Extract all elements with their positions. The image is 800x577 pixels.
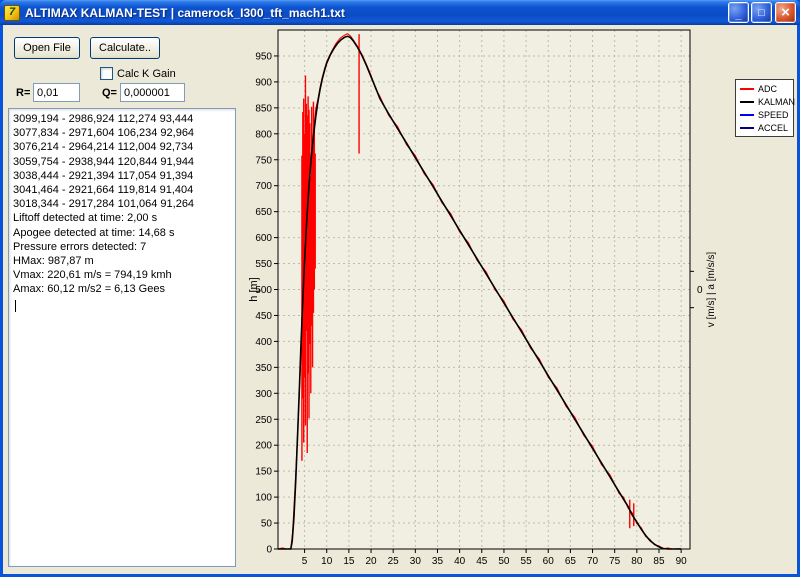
close-button[interactable]: × bbox=[775, 2, 796, 23]
svg-text:30: 30 bbox=[410, 556, 422, 567]
svg-text:10: 10 bbox=[321, 556, 333, 567]
minimize-button[interactable]: _ bbox=[728, 2, 749, 23]
log-line: 3077,834 - 2971,604 106,234 92,964 bbox=[13, 126, 235, 140]
svg-text:650: 650 bbox=[255, 207, 272, 218]
calc-k-gain-row: Calc K Gain bbox=[100, 67, 176, 80]
maximize-icon: □ bbox=[758, 7, 765, 19]
legend-item-accel: ACCEL bbox=[740, 122, 789, 133]
svg-text:5: 5 bbox=[302, 556, 308, 567]
window-controls: _ □ × bbox=[728, 2, 796, 23]
svg-text:750: 750 bbox=[255, 155, 272, 166]
q-label: Q= bbox=[102, 87, 117, 99]
close-icon: × bbox=[781, 5, 790, 20]
minimize-icon: _ bbox=[735, 13, 741, 22]
q-input[interactable] bbox=[120, 83, 185, 102]
legend-item-kalman: KALMAN bbox=[740, 96, 789, 107]
r-input[interactable] bbox=[33, 83, 80, 102]
calculate-button[interactable]: Calculate.. bbox=[90, 37, 160, 59]
log-line: 3018,344 - 2917,284 101,064 91,264 bbox=[13, 197, 235, 211]
log-line: Pressure errors detected: 7 bbox=[13, 240, 235, 254]
log-line: 3038,444 - 2921,394 117,054 91,394 bbox=[13, 169, 235, 183]
svg-text:150: 150 bbox=[255, 467, 272, 478]
calc-k-gain-checkbox[interactable] bbox=[100, 67, 113, 80]
svg-text:850: 850 bbox=[255, 103, 272, 114]
log-line: HMax: 987,87 m bbox=[13, 254, 235, 268]
svg-text:60: 60 bbox=[543, 556, 555, 567]
svg-text:20: 20 bbox=[365, 556, 377, 567]
legend-speed-swatch bbox=[740, 114, 754, 116]
svg-text:25: 25 bbox=[388, 556, 400, 567]
svg-text:300: 300 bbox=[255, 389, 272, 400]
r-label: R= bbox=[16, 87, 30, 99]
log-line: Amax: 60,12 m/s2 = 6,13 Gees bbox=[13, 282, 235, 296]
svg-text:550: 550 bbox=[255, 259, 272, 270]
log-line: 3099,194 - 2986,924 112,274 93,444 bbox=[13, 112, 235, 126]
svg-text:950: 950 bbox=[255, 51, 272, 62]
log-line: 3059,754 - 2938,944 120,844 91,944 bbox=[13, 155, 235, 169]
client-area: Open File Calculate.. Calc K Gain R= Q= … bbox=[3, 25, 797, 574]
svg-text:15: 15 bbox=[343, 556, 355, 567]
log-line: Apogee detected at time: 14,68 s bbox=[13, 226, 235, 240]
svg-text:0: 0 bbox=[697, 285, 703, 296]
svg-text:55: 55 bbox=[521, 556, 533, 567]
svg-text:80: 80 bbox=[631, 556, 643, 567]
legend-item-speed: SPEED bbox=[740, 109, 789, 120]
svg-text:200: 200 bbox=[255, 441, 272, 452]
svg-text:450: 450 bbox=[255, 311, 272, 322]
svg-text:45: 45 bbox=[476, 556, 488, 567]
legend-label: KALMAN bbox=[758, 97, 795, 107]
svg-text:90: 90 bbox=[676, 556, 688, 567]
maximize-button[interactable]: □ bbox=[751, 2, 772, 23]
legend-kalman-swatch bbox=[740, 101, 754, 103]
svg-text:400: 400 bbox=[255, 337, 272, 348]
svg-text:0: 0 bbox=[266, 545, 272, 556]
window-title: ALTIMAX KALMAN-TEST | camerock_I300_tft_… bbox=[25, 6, 723, 20]
svg-text:250: 250 bbox=[255, 415, 272, 426]
legend-accel-swatch bbox=[740, 127, 754, 129]
chart-legend: ADC KALMAN SPEED ACCEL bbox=[735, 79, 794, 137]
svg-text:65: 65 bbox=[565, 556, 577, 567]
svg-text:35: 35 bbox=[432, 556, 444, 567]
title-bar[interactable]: 7 ALTIMAX KALMAN-TEST | camerock_I300_tf… bbox=[0, 0, 800, 25]
svg-text:800: 800 bbox=[255, 129, 272, 140]
svg-text:50: 50 bbox=[261, 519, 273, 530]
svg-text:v [m/s] | a [m/s/s]: v [m/s] | a [m/s/s] bbox=[706, 252, 717, 328]
legend-label: ACCEL bbox=[758, 123, 788, 133]
legend-adc-swatch bbox=[740, 88, 754, 90]
legend-label: SPEED bbox=[758, 110, 789, 120]
svg-text:100: 100 bbox=[255, 493, 272, 504]
text-caret bbox=[15, 300, 16, 312]
log-line: 3076,214 - 2964,214 112,004 92,734 bbox=[13, 140, 235, 154]
log-line: Liftoff detected at time: 2,00 s bbox=[13, 211, 235, 225]
svg-text:85: 85 bbox=[653, 556, 665, 567]
svg-text:75: 75 bbox=[609, 556, 621, 567]
svg-text:40: 40 bbox=[454, 556, 466, 567]
log-box[interactable]: 3099,194 - 2986,924 112,274 93,4443077,8… bbox=[8, 108, 236, 567]
svg-text:350: 350 bbox=[255, 363, 272, 374]
svg-text:50: 50 bbox=[498, 556, 510, 567]
svg-text:700: 700 bbox=[255, 181, 272, 192]
svg-text:70: 70 bbox=[587, 556, 599, 567]
legend-label: ADC bbox=[758, 84, 777, 94]
altitude-chart: 5101520253035404550556065707580859005010… bbox=[244, 26, 797, 574]
log-line: 3041,464 - 2921,664 119,814 91,404 bbox=[13, 183, 235, 197]
svg-text:600: 600 bbox=[255, 233, 272, 244]
log-line: Vmax: 220,61 m/s = 794,19 kmh bbox=[13, 268, 235, 282]
legend-item-adc: ADC bbox=[740, 83, 789, 94]
app-icon: 7 bbox=[4, 5, 20, 21]
calc-k-gain-label: Calc K Gain bbox=[117, 68, 176, 80]
open-file-button[interactable]: Open File bbox=[14, 37, 80, 59]
svg-text:900: 900 bbox=[255, 77, 272, 88]
svg-text:h [m]: h [m] bbox=[248, 277, 260, 301]
